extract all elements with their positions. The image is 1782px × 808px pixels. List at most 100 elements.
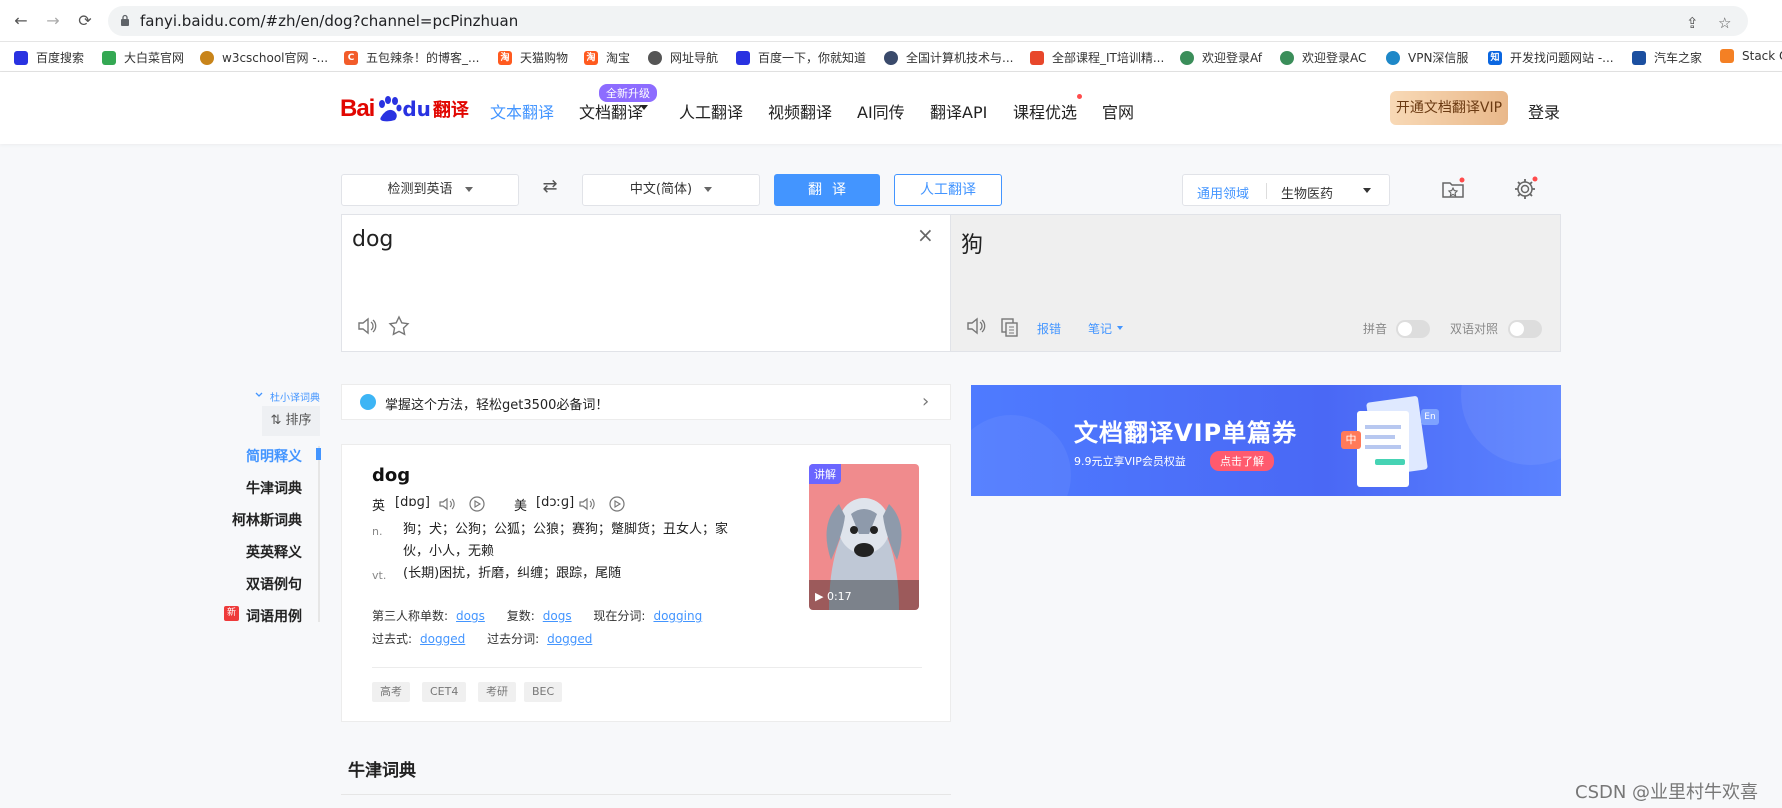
source-text-panel[interactable]: dog × [341,214,951,352]
nav-text-translate[interactable]: 文本翻译 [490,99,554,123]
favorites-folder-icon[interactable] [1440,176,1466,202]
sidebar-item-collins[interactable]: 柯林斯词典 [212,510,302,530]
vip-button[interactable]: 开通文档翻译VIP [1390,91,1508,125]
bookmark-item[interactable]: 淘淘宝 [584,49,630,66]
speaker-icon[interactable] [965,315,987,337]
uk-phonetic: [dɒɡ] [395,495,430,510]
bookmark-item[interactable]: 汽车之家 [1632,49,1702,66]
pinyin-toggle[interactable] [1396,320,1430,338]
dictionary-card: dog 英 [dɒɡ] 美 [dɔːɡ] n. 狗；犬；公狗；公狐；公狼；赛狗；… [341,444,951,722]
sidebar-item-brief[interactable]: 简明释义 [212,446,302,466]
nav-ai-interpret[interactable]: AI同传 [857,99,905,123]
nav-video-translate[interactable]: 视频翻译 [768,99,832,123]
form-link[interactable]: dogging [653,609,702,623]
bookmark-item[interactable]: VPN深信服 [1386,49,1468,66]
bookmark-star-icon[interactable]: ☆ [1718,14,1731,32]
badge-zh: 中 [1341,431,1361,449]
divider [372,667,922,668]
watermark: CSDN @业里村牛欢喜 [1575,782,1759,803]
tip-icon [360,394,376,410]
back-arrow-icon[interactable]: ← [10,10,32,32]
chevron-down-icon [1117,326,1123,330]
form-link[interactable]: dogs [456,609,485,623]
browser-address-bar: ← → ⟳ fanyi.baidu.com/#zh/en/dog?channel… [0,0,1782,42]
nav-official[interactable]: 官网 [1102,99,1134,123]
bookmark-item[interactable]: 百度搜索 [14,49,84,66]
dictionary-source-label[interactable]: 杜小译词典 [270,389,320,404]
video-duration: ▶ 0:17 [815,590,852,603]
globe-icon [648,50,662,65]
form-link[interactable]: dogged [420,632,465,646]
sort-button[interactable]: ⇅ 排序 [262,406,320,436]
globe-icon [1180,50,1194,65]
sidebar-track [318,446,320,622]
form-link[interactable]: dogs [543,609,572,623]
speaker-icon[interactable] [438,495,456,513]
copy-icon[interactable] [999,316,1021,338]
bookmark-item[interactable]: 全国计算机技术与... [884,49,1013,66]
pinyin-label: 拼音 [1363,322,1388,336]
exam-tag: CET4 [422,682,467,702]
speaker-icon[interactable] [356,315,378,337]
sidebar-item-oxford[interactable]: 牛津词典 [212,478,302,498]
human-translate-button[interactable]: 人工翻译 [894,174,1002,206]
reload-icon[interactable]: ⟳ [74,10,96,32]
star-icon[interactable] [388,315,410,337]
notification-dot [1077,94,1082,99]
translate-button[interactable]: 翻译 [774,174,880,206]
bookmark-item[interactable]: 欢迎登录Af [1180,49,1262,66]
source-language-select[interactable]: 检测到英语 [341,174,519,206]
sidebar-item-en-en[interactable]: 英英释义 [212,542,302,562]
bookmark-item[interactable]: 百度一下，你就知道 [736,49,866,66]
bookmark-item[interactable]: 欢迎登录AC [1280,49,1366,66]
form-link[interactable]: dogged [547,632,592,646]
notes-link[interactable]: 笔记 [1088,320,1112,337]
close-icon[interactable]: × [917,223,934,247]
explanation-video[interactable]: 讲解 ▶ 0:17 [809,464,919,610]
nav-courses[interactable]: 课程优选 [1013,99,1077,123]
car-icon [1632,50,1646,65]
headword: dog [372,465,411,486]
bookmark-item[interactable]: 淘天猫购物 [498,49,568,66]
promo-banner[interactable]: 中 En 文档翻译VIP单篇券 9.9元立享VIP会员权益 点击了解 [971,385,1561,496]
bookmark-item[interactable]: 大白菜官网 [102,49,184,66]
bilingual-toggle[interactable] [1508,320,1542,338]
word-forms-row1: 第三人称单数: dogs 复数: dogs 现在分词: dogging [372,609,703,623]
bookmark-item[interactable]: 网址导航 [648,49,718,66]
bookmark-item[interactable]: 知开发找问题网站 -... [1488,49,1614,66]
definition-noun-line1: 狗；犬；公狗；公狐；公狼；赛狗；蹩脚货；丑女人；家 [403,522,729,537]
play-circle-icon[interactable] [468,495,486,513]
nav-doc-translate[interactable]: 文档翻译 [579,99,643,123]
forward-arrow-icon[interactable]: → [42,10,64,32]
pos-verb: vt. [372,569,387,582]
url-box[interactable]: fanyi.baidu.com/#zh/en/dog?channel=pcPin… [108,6,1748,36]
login-link[interactable]: 登录 [1528,99,1560,123]
sidebar-item-usage[interactable]: 词语用例 [212,606,302,626]
dog-illustration [809,498,919,610]
play-circle-icon[interactable] [608,495,626,513]
report-error-link[interactable]: 报错 [1037,320,1061,337]
nav-api[interactable]: 翻译API [930,99,987,123]
sidebar-item-examples[interactable]: 双语例句 [212,574,302,594]
swap-languages-icon[interactable]: ⇄ [538,176,562,200]
share-icon[interactable]: ⇪ [1686,14,1699,32]
baidu-fanyi-logo[interactable]: Bai du 翻译 [340,92,469,126]
source-textarea[interactable]: dog [352,227,393,252]
banner-cta-button[interactable]: 点击了解 [1210,451,1274,471]
speaker-icon[interactable] [578,495,596,513]
tip-banner[interactable]: 掌握这个方法，轻松get3500必备词！ › [341,384,951,420]
us-phonetic: [dɔːɡ] [536,495,575,510]
nav-human-translate[interactable]: 人工翻译 [679,99,743,123]
bookmark-item[interactable]: Stack O [1720,49,1782,63]
gear-icon[interactable] [1512,176,1538,202]
bookmark-item[interactable]: C 五包辣条！的博客_... [344,49,479,66]
bookmark-item[interactable]: 全部课程_IT培训精... [1030,49,1164,66]
domain-select[interactable]: 通用领域 生物医药 [1182,174,1390,206]
banner-subtitle: 9.9元立享VIP会员权益 [1074,455,1186,468]
url-text: fanyi.baidu.com/#zh/en/dog?channel=pcPin… [140,12,519,30]
chevron-down-icon [640,105,648,110]
target-language-select[interactable]: 中文(简体) [582,174,760,206]
bookmark-item[interactable]: w3cschool官网 -... [200,49,328,66]
flame-icon [1030,50,1044,65]
sort-icon: ⇅ [270,413,286,428]
